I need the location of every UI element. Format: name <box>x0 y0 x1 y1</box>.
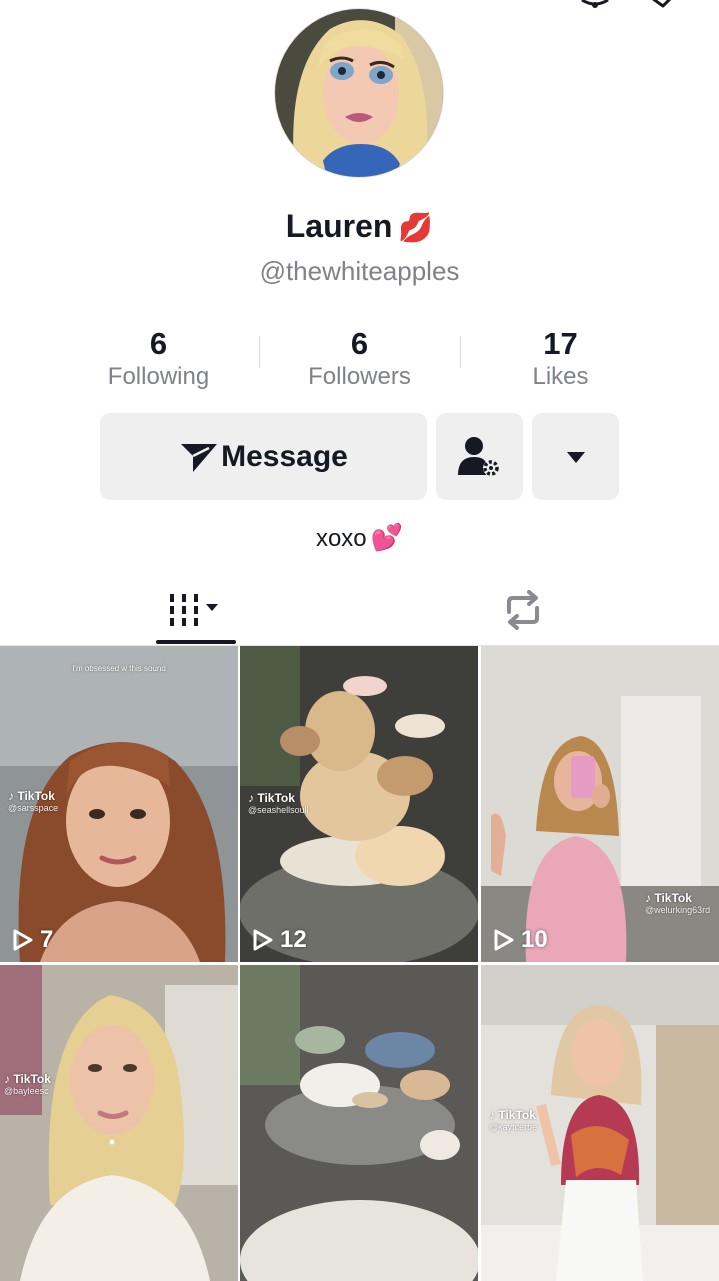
view-count: 10 <box>493 926 548 954</box>
watermark-user: @sarsspace <box>8 803 59 813</box>
active-tab-indicator <box>156 640 236 644</box>
stat-divider <box>259 336 260 368</box>
watermark-user: @kaytcerbe <box>489 1122 538 1132</box>
view-count-value: 12 <box>280 926 307 953</box>
avatar[interactable] <box>275 9 443 177</box>
stat-label: Likes <box>532 363 589 390</box>
tiktok-watermark: ♪ TikTok @welurking63rd <box>645 892 710 916</box>
watermark-user: @welurking63rd <box>645 905 711 915</box>
stat-value: 6 <box>350 326 369 361</box>
stat-value: 6 <box>149 326 168 361</box>
message-button[interactable]: Message <box>100 413 427 500</box>
tab-reposts[interactable] <box>498 583 548 637</box>
tiktok-watermark: ♪ TikTok @seashellsoull <box>248 792 309 816</box>
view-count: 7 <box>12 926 53 954</box>
video-tile[interactable]: ♪ TikTok @seashellsoull 12 <box>240 646 478 962</box>
display-name-text: Lauren <box>285 208 393 244</box>
stat-value: 17 <box>543 326 578 361</box>
stat-likes: 17 Likes <box>460 326 661 396</box>
view-count-value: 10 <box>521 926 548 953</box>
video-tile[interactable]: ♪ TikTok @kaytcerbe <box>481 965 719 1281</box>
hearts-emoji: 💕 <box>370 522 404 552</box>
share-icon[interactable] <box>645 0 681 15</box>
play-icon <box>13 929 33 951</box>
username-handle: @thewhiteapples <box>259 256 460 286</box>
watermark-brand: ♪ TikTok <box>8 789 55 803</box>
stat-label: Following <box>107 363 210 390</box>
video-caption: I'm obsessed w this sound <box>72 664 166 673</box>
watermark-brand: ♪ TikTok <box>248 791 295 805</box>
repost-icon <box>507 590 539 630</box>
video-tile[interactable]: I'm obsessed w this sound ♪ TikTok @sars… <box>0 646 238 962</box>
stat-divider <box>460 336 461 368</box>
watermark-user: @seashellsoull <box>248 805 309 815</box>
tiktok-watermark: ♪ TikTok @bayleesc <box>4 1073 51 1097</box>
bio-text: xoxo <box>315 525 367 552</box>
back-icon[interactable] <box>26 0 50 15</box>
stat-following[interactable]: 6 Following <box>58 326 259 396</box>
video-tile[interactable]: ♪ TikTok @bayleesc <box>0 965 238 1281</box>
stat-label: Followers <box>308 363 411 390</box>
watermark-brand: ♪ TikTok <box>489 1108 536 1122</box>
message-label: Message <box>221 439 348 473</box>
profile-tabs <box>0 575 719 646</box>
video-thumbnail <box>240 965 478 1281</box>
video-tile[interactable]: ♪ TikTok @welurking63rd 10 <box>481 646 719 962</box>
bio: xoxo 💕 <box>0 522 719 553</box>
play-icon <box>494 929 514 951</box>
video-thumbnail <box>0 965 238 1281</box>
tiktok-watermark: ♪ TikTok @kaytcerbe <box>489 1109 537 1133</box>
send-icon <box>181 443 218 472</box>
more-dropdown-button[interactable] <box>532 413 619 500</box>
video-grid: I'm obsessed w this sound ♪ TikTok @sars… <box>0 646 719 1281</box>
notification-bell-icon[interactable] <box>578 0 612 15</box>
play-icon <box>253 929 273 951</box>
grid-videos-icon <box>170 594 218 626</box>
display-name: Lauren 💋 <box>0 208 719 245</box>
caret-down-icon <box>566 451 585 463</box>
video-tile[interactable] <box>240 965 478 1281</box>
view-count: 12 <box>252 926 307 954</box>
lips-emoji: 💋 <box>398 212 434 243</box>
stat-followers[interactable]: 6 Followers <box>259 326 460 396</box>
add-friend-button[interactable] <box>436 413 523 500</box>
profile-stats: 6 Following 6 Followers 17 Likes <box>58 326 661 396</box>
tab-videos[interactable] <box>156 583 236 637</box>
add-friend-settings-icon <box>457 436 499 476</box>
watermark-user: @bayleesc <box>4 1086 49 1096</box>
watermark-brand: ♪ TikTok <box>4 1072 51 1086</box>
view-count-value: 7 <box>40 926 54 953</box>
watermark-brand: ♪ TikTok <box>645 891 692 905</box>
tiktok-watermark: ♪ TikTok @sarsspace <box>8 790 58 814</box>
